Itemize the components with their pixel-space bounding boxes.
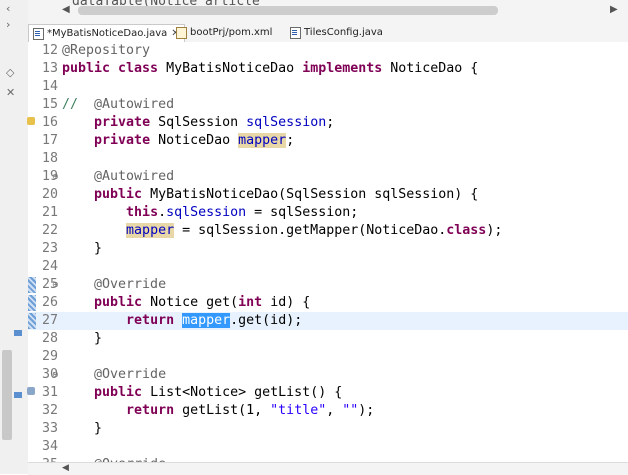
code-line: 19 ⊖ @Autowired xyxy=(28,168,628,186)
line-number: 15 xyxy=(41,97,58,112)
code-line: 28 } xyxy=(28,330,628,348)
tab-pom-xml[interactable]: bootPrj/pom.xml xyxy=(176,24,272,41)
code-line: 29 xyxy=(28,348,628,366)
scroll-left-arrow-icon[interactable]: ◀ xyxy=(62,463,69,473)
code-line: 22 mapper = sqlSession.getMapper(NoticeD… xyxy=(28,222,628,240)
code-line: 34 xyxy=(28,438,628,456)
code-line: 33 } xyxy=(28,420,628,438)
vertical-scrollbar-thumb[interactable] xyxy=(2,350,12,440)
line-number: 32 xyxy=(41,403,58,418)
code-line: 25 ⊖ @Override xyxy=(28,276,628,294)
chevron-right-icon[interactable]: › xyxy=(6,18,10,31)
code-line: 31 public List<Notice> getList() { xyxy=(27,384,628,402)
code-line: 12 @Repository xyxy=(28,42,628,60)
code-line: 23 } xyxy=(28,240,628,258)
code-line: 14 xyxy=(28,78,628,96)
fold-toggle-icon[interactable]: ⊖ xyxy=(52,168,59,186)
java-file-icon xyxy=(290,26,301,39)
line-number: 22 xyxy=(41,223,58,238)
code-line: 21 this.sqlSession = sqlSession; xyxy=(28,204,628,222)
close-view-icon[interactable]: ✕ xyxy=(6,86,15,99)
code-text: @Repository xyxy=(62,43,151,58)
xml-file-icon xyxy=(176,26,187,39)
line-number: 14 xyxy=(41,79,58,94)
java-file-icon xyxy=(33,27,44,40)
code-line: 15// @Autowired xyxy=(28,96,628,114)
tab-label: TilesConfig.java xyxy=(304,27,383,38)
line-number: 20 xyxy=(41,187,58,202)
code-line: 16 private SqlSession sqlSession; xyxy=(27,114,628,132)
code-editor[interactable]: 12 @Repository 13 public class MyBatisNoti… xyxy=(27,42,628,472)
scroll-right-arrow-icon[interactable]: ▶ xyxy=(610,4,618,15)
tab-label: *MyBatisNoticeDao.java xyxy=(47,28,168,39)
line-number: 26 xyxy=(41,295,58,310)
left-side-panel: ‹ › ◇ ✕ xyxy=(0,0,29,474)
editor-tab-bar: *MyBatisNoticeDao.java ✕ bootPrj/pom.xml… xyxy=(28,22,628,43)
code-line: 30 ⊖ @Override xyxy=(28,366,628,384)
line-number: 23 xyxy=(41,241,58,256)
line-number: 27 xyxy=(41,313,58,328)
line-number: 17 xyxy=(41,133,58,148)
code-line: 32 return getList(1, "title", ""); xyxy=(28,402,628,420)
code-line: 26 public Notice get(int id) { xyxy=(28,294,628,312)
tab-label: bootPrj/pom.xml xyxy=(190,27,273,38)
chevron-left-icon[interactable]: ‹ xyxy=(6,2,10,15)
restore-view-icon[interactable]: ◇ xyxy=(6,66,14,79)
line-number: 34 xyxy=(41,439,58,454)
tab-tiles-config[interactable]: TilesConfig.java xyxy=(290,24,383,41)
scroll-left-arrow-icon[interactable]: ◀ xyxy=(62,4,70,15)
line-number: 16 xyxy=(41,115,58,130)
code-line: 20 public MyBatisNoticeDao(SqlSession sq… xyxy=(28,186,628,204)
line-number: 33 xyxy=(41,421,58,436)
horizontal-scroll-thumb[interactable] xyxy=(78,6,498,15)
fold-toggle-icon[interactable]: ⊖ xyxy=(52,366,59,384)
line-number: 12 xyxy=(41,43,58,58)
code-line: 17 private NoticeDao mapper; xyxy=(28,132,628,150)
horizontal-scrollbar-top[interactable]: dataTable(Notice article ◀ ▶ xyxy=(28,0,628,23)
overview-marker[interactable] xyxy=(14,392,22,398)
line-number: 18 xyxy=(41,151,58,166)
line-number: 24 xyxy=(41,259,58,274)
code-line-current: 27 return mapper.get(id); xyxy=(28,312,628,330)
line-number: 21 xyxy=(41,205,58,220)
code-line: 13 public class MyBatisNoticeDao implemen… xyxy=(28,60,628,78)
horizontal-scrollbar-bottom[interactable]: ◀ xyxy=(28,462,628,475)
line-number: 29 xyxy=(41,349,58,364)
code-line: 18 xyxy=(28,150,628,168)
fold-toggle-icon[interactable]: ⊖ xyxy=(52,276,59,294)
overview-marker[interactable] xyxy=(14,330,22,336)
tab-mybatis-notice-dao[interactable]: *MyBatisNoticeDao.java ✕ xyxy=(28,24,185,42)
line-number: 13 xyxy=(41,61,58,76)
line-number: 31 xyxy=(41,385,58,400)
line-number: 28 xyxy=(41,331,58,346)
code-line: 24 xyxy=(28,258,628,276)
selected-text[interactable]: mapper xyxy=(182,313,231,328)
